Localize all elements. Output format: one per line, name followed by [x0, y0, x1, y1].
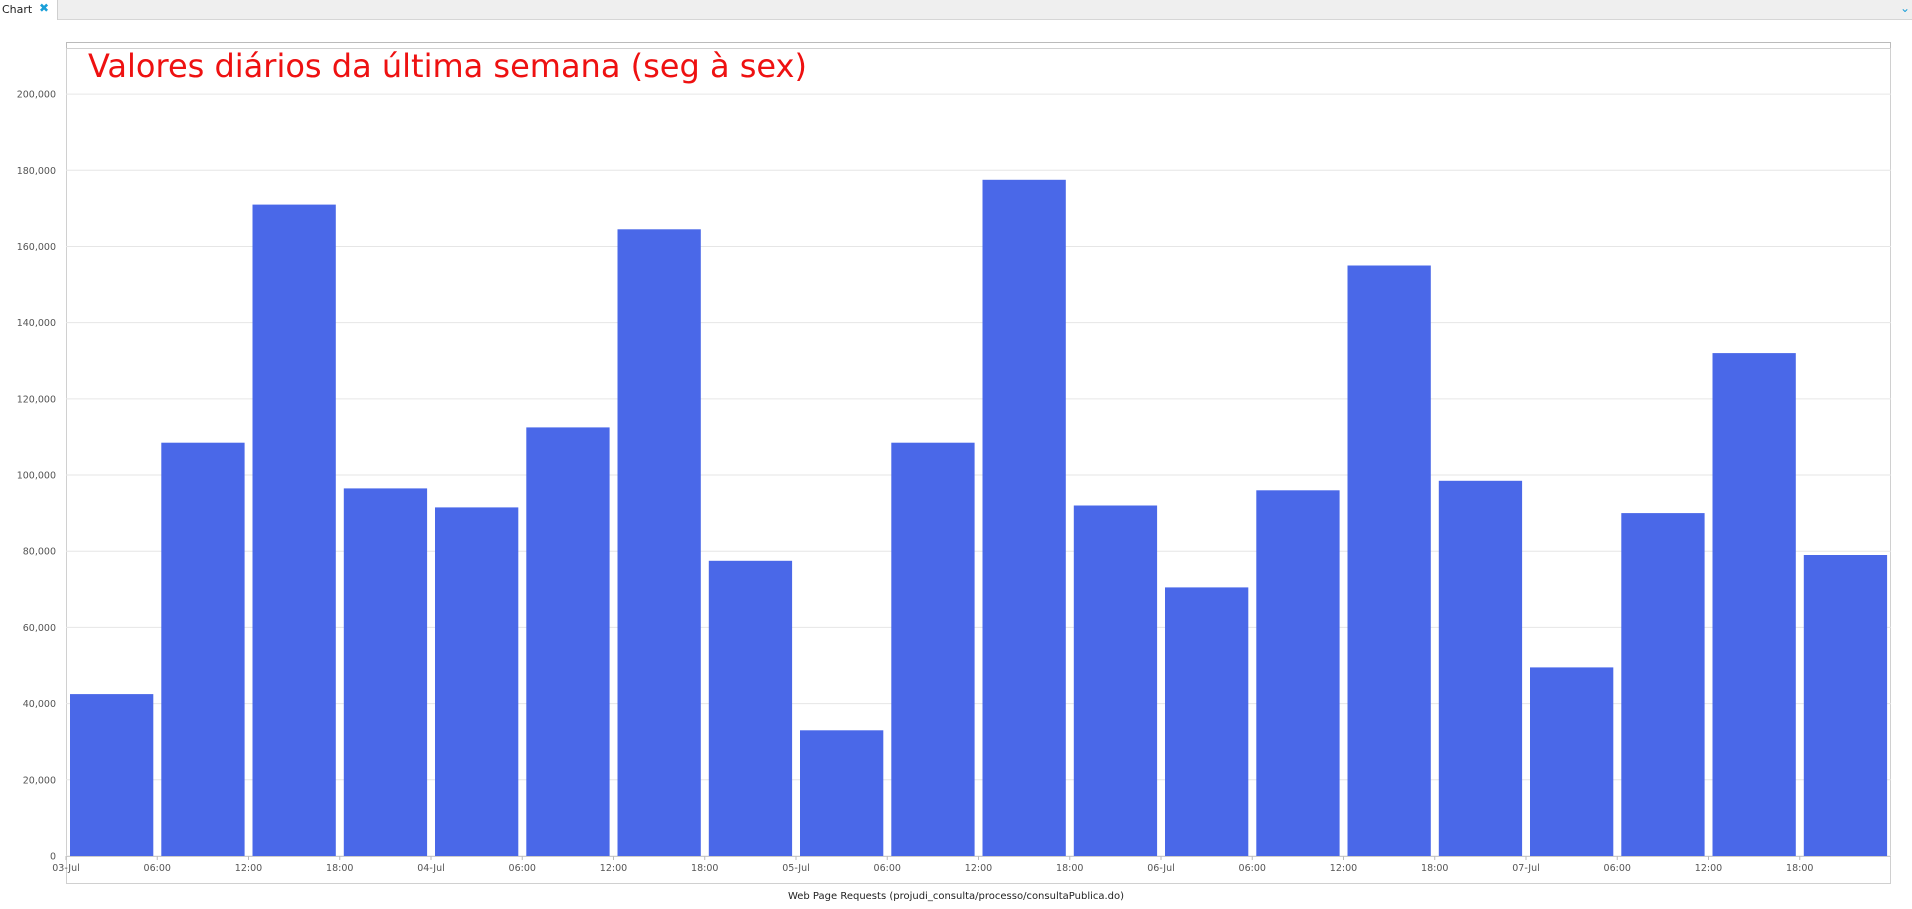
- x-tick-label: 12:00: [600, 863, 627, 874]
- x-tick-label: 12:00: [1695, 863, 1722, 874]
- close-icon[interactable]: ✖: [39, 1, 49, 15]
- y-tick-label: 200,000: [17, 90, 56, 101]
- x-tick-label: 12:00: [1330, 863, 1357, 874]
- bar[interactable]: [982, 179, 1066, 857]
- x-tick-label: 06:00: [1239, 863, 1266, 874]
- y-tick-label: 0: [50, 852, 56, 863]
- bar[interactable]: [526, 427, 610, 856]
- tab-chart[interactable]: Chart ✖: [0, 0, 58, 20]
- bar[interactable]: [1073, 505, 1158, 857]
- x-tick-label: 18:00: [1786, 863, 1813, 874]
- x-tick-label: 03-Jul: [52, 863, 80, 874]
- chart: 0 20,000 40,000 60,000 80,000 100,000 120,000 1…: [17, 42, 1891, 902]
- tab-label: Chart: [2, 3, 33, 16]
- x-tick-label: 06:00: [144, 863, 171, 874]
- bar[interactable]: [1256, 490, 1340, 856]
- y-tick-label: 20,000: [23, 775, 56, 786]
- x-tick-label: 06:00: [1604, 863, 1631, 874]
- chevron-down-icon[interactable]: ⌄: [1900, 1, 1910, 15]
- x-tick-label: 06:00: [874, 863, 901, 874]
- x-tick-label: 06:00: [509, 863, 536, 874]
- x-tick-label: 06-Jul: [1147, 863, 1175, 874]
- x-axis-label: Web Page Requests (projudi_consulta/proc…: [788, 891, 1124, 902]
- x-tick-label: 12:00: [235, 863, 262, 874]
- bar[interactable]: [252, 204, 336, 857]
- bar[interactable]: [435, 507, 519, 856]
- bar[interactable]: [708, 560, 793, 856]
- tab-bar: Chart ✖ ⌄: [0, 0, 1912, 20]
- y-tick-label: 60,000: [23, 623, 56, 634]
- x-tick-label: 18:00: [326, 863, 353, 874]
- bar[interactable]: [1621, 513, 1705, 856]
- x-tick-label: 05-Jul: [782, 863, 810, 874]
- bar[interactable]: [617, 229, 701, 857]
- y-tick-label: 180,000: [17, 166, 56, 177]
- y-tick-label: 100,000: [17, 471, 56, 482]
- bar[interactable]: [70, 694, 154, 856]
- y-tick-label: 160,000: [17, 242, 56, 253]
- bar[interactable]: [1803, 555, 1888, 856]
- y-tick-label: 140,000: [17, 318, 56, 329]
- x-tick-label: 18:00: [1056, 863, 1083, 874]
- x-tick-label: 07-Jul: [1512, 863, 1540, 874]
- x-tick-label: 18:00: [1421, 863, 1448, 874]
- bar[interactable]: [1530, 667, 1614, 856]
- bar[interactable]: [1165, 587, 1249, 856]
- plot-frame: [66, 48, 1891, 884]
- x-tick-label: 12:00: [965, 863, 992, 874]
- bar[interactable]: [1347, 265, 1431, 857]
- bar[interactable]: [1438, 480, 1523, 856]
- y-tick-label: 80,000: [23, 547, 56, 558]
- bar[interactable]: [800, 730, 884, 856]
- bar[interactable]: [891, 442, 975, 856]
- y-tick-label: 120,000: [17, 394, 56, 405]
- y-axis: 0 20,000 40,000 60,000 80,000 100,000 120,000 1…: [17, 90, 56, 863]
- y-tick-label: 40,000: [23, 699, 56, 710]
- bar[interactable]: [1712, 353, 1796, 856]
- x-tick-label: 18:00: [691, 863, 718, 874]
- bar[interactable]: [161, 442, 245, 856]
- bar[interactable]: [343, 488, 428, 856]
- x-tick-label: 04-Jul: [417, 863, 445, 874]
- chart-title: Valores diários da última semana (seg à …: [88, 47, 807, 85]
